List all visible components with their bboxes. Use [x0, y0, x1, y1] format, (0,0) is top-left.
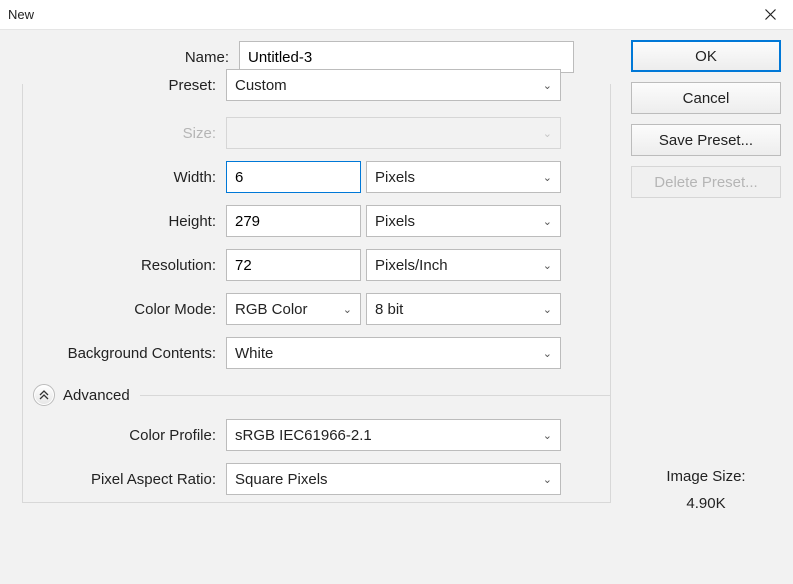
preset-label: Preset: [23, 77, 226, 94]
width-label: Width: [23, 169, 226, 186]
bg-contents-label: Background Contents: [23, 345, 226, 362]
close-button[interactable] [747, 0, 793, 30]
close-icon [765, 9, 776, 20]
advanced-header: Advanced [33, 384, 610, 406]
resolution-label: Resolution: [23, 257, 226, 274]
title-bar: New [0, 0, 793, 30]
bg-contents-value: White [235, 345, 273, 362]
bit-depth-value: 8 bit [375, 301, 403, 318]
resolution-input[interactable] [226, 249, 361, 281]
color-profile-select[interactable]: sRGB IEC61966-2.1 ⌄ [226, 419, 561, 451]
image-size-value: 4.90K [631, 495, 781, 512]
advanced-label: Advanced [63, 387, 130, 404]
height-unit-value: Pixels [375, 213, 415, 230]
size-select: ⌄ [226, 117, 561, 149]
save-preset-button[interactable]: Save Preset... [631, 124, 781, 156]
ok-button[interactable]: OK [631, 40, 781, 72]
pixel-aspect-select[interactable]: Square Pixels ⌄ [226, 463, 561, 495]
color-profile-value: sRGB IEC61966-2.1 [235, 427, 372, 444]
height-unit-select[interactable]: Pixels ⌄ [366, 205, 561, 237]
delete-preset-button: Delete Preset... [631, 166, 781, 198]
preset-select[interactable]: Custom ⌄ [226, 69, 561, 101]
chevron-down-icon: ⌄ [543, 215, 552, 228]
window-title: New [8, 7, 34, 22]
image-size-label: Image Size: [666, 468, 745, 485]
chevron-down-icon: ⌄ [543, 347, 552, 360]
height-label: Height: [23, 213, 226, 230]
image-size-info: Image Size: 4.90K [631, 468, 781, 512]
chevron-down-icon: ⌄ [543, 79, 552, 92]
main-panel: Name: Preset: Custom ⌄ Size: ⌄ [8, 40, 611, 512]
chevron-down-icon: ⌄ [343, 303, 352, 316]
pixel-aspect-label: Pixel Aspect Ratio: [23, 471, 226, 488]
chevron-down-icon: ⌄ [543, 127, 552, 140]
chevron-down-icon: ⌄ [543, 303, 552, 316]
sidebar: OK Cancel Save Preset... Delete Preset..… [631, 40, 781, 512]
chevron-down-icon: ⌄ [543, 429, 552, 442]
resolution-unit-select[interactable]: Pixels/Inch ⌄ [366, 249, 561, 281]
color-profile-label: Color Profile: [23, 427, 226, 444]
divider [140, 395, 610, 396]
preset-group: Preset: Custom ⌄ Size: ⌄ Width: [22, 84, 611, 503]
cancel-button[interactable]: Cancel [631, 82, 781, 114]
bit-depth-select[interactable]: 8 bit ⌄ [366, 293, 561, 325]
chevron-down-icon: ⌄ [543, 473, 552, 486]
bg-contents-select[interactable]: White ⌄ [226, 337, 561, 369]
name-label: Name: [22, 49, 239, 66]
color-mode-value: RGB Color [235, 301, 308, 318]
width-unit-select[interactable]: Pixels ⌄ [366, 161, 561, 193]
color-mode-label: Color Mode: [23, 301, 226, 318]
chevron-down-icon: ⌄ [543, 171, 552, 184]
pixel-aspect-value: Square Pixels [235, 471, 328, 488]
chevron-down-icon: ⌄ [543, 259, 552, 272]
preset-value: Custom [235, 77, 287, 94]
resolution-unit-value: Pixels/Inch [375, 257, 448, 274]
width-unit-value: Pixels [375, 169, 415, 186]
size-label: Size: [23, 125, 226, 142]
chevron-up-double-icon [39, 390, 49, 400]
width-input[interactable] [226, 161, 361, 193]
height-input[interactable] [226, 205, 361, 237]
color-mode-select[interactable]: RGB Color ⌄ [226, 293, 361, 325]
advanced-toggle[interactable] [33, 384, 55, 406]
